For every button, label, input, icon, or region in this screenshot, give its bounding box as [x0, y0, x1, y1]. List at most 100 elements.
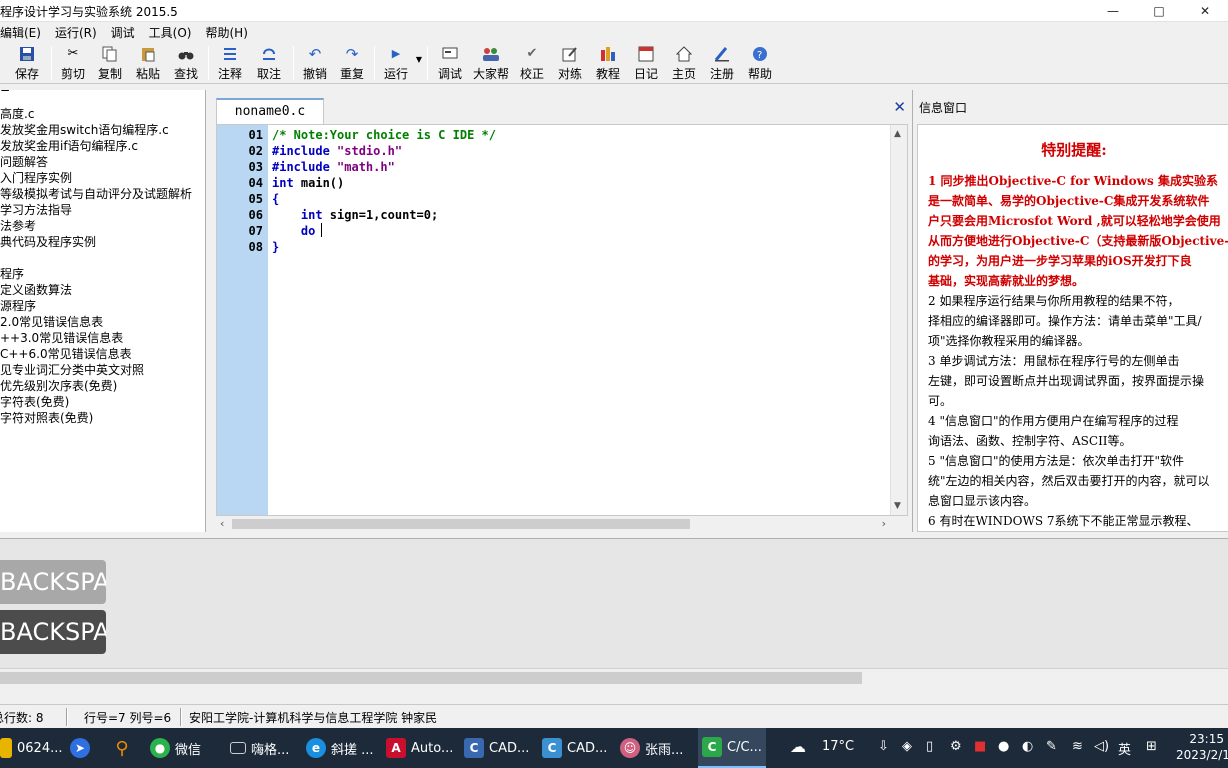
taskbar-item-feishu[interactable]: ➤	[70, 728, 98, 768]
line-number[interactable]: 01	[217, 127, 263, 143]
scroll-up-icon[interactable]: ▲	[894, 129, 901, 139]
close-window-button[interactable]: ✕	[1182, 0, 1228, 22]
tree-item[interactable]: C++6.0常见错误信息表	[0, 346, 132, 362]
taskbar-item-search[interactable]: ⚲	[112, 728, 140, 768]
taskbar-item-autocad[interactable]: A Auto...	[386, 728, 454, 768]
copy-button[interactable]: 复制	[91, 42, 129, 82]
line-number[interactable]: 04	[217, 175, 263, 191]
battery-icon[interactable]: ▯	[926, 739, 933, 754]
tree-item[interactable]: 定义函数算法	[0, 282, 72, 298]
code-line[interactable]: #include "math.h"	[272, 159, 395, 175]
maximize-button[interactable]: □	[1136, 0, 1182, 22]
menu-debug[interactable]: 调试	[105, 24, 143, 41]
editor-horizontal-scrollbar[interactable]: ‹ ›	[216, 516, 890, 532]
tree-item[interactable]: 高度.c	[0, 106, 34, 122]
tree-item[interactable]: 优先级别次序表(免费)	[0, 378, 117, 394]
menu-tools[interactable]: 工具(O)	[143, 24, 200, 41]
editor-vertical-scrollbar[interactable]: ▲ ▼	[890, 125, 907, 515]
line-number[interactable]: 02	[217, 143, 263, 159]
taskbar-item-cad1[interactable]: C CAD...	[464, 728, 534, 768]
register-button[interactable]: 注册	[703, 42, 741, 82]
code-line[interactable]: }	[272, 239, 279, 255]
tree-item[interactable]: 程序	[0, 266, 24, 282]
scrollbar-thumb[interactable]	[232, 519, 690, 529]
paste-button[interactable]: 粘贴	[129, 42, 167, 82]
check-button[interactable]: ✔ 校正	[513, 42, 551, 82]
tree-item[interactable]: 2.0常见错误信息表	[0, 314, 103, 330]
app-tray-icon[interactable]: ◐	[1022, 739, 1033, 754]
keyboard-icon[interactable]: ⊞	[1146, 739, 1157, 754]
usb-icon[interactable]: ⇩	[878, 739, 889, 754]
shield-icon[interactable]: ◈	[902, 739, 912, 754]
menu-run[interactable]: 运行(R)	[49, 24, 105, 41]
output-horizontal-scrollbar[interactable]	[0, 668, 1228, 686]
practice-button[interactable]: 对练	[551, 42, 589, 82]
line-number[interactable]: 06	[217, 207, 263, 223]
home-button[interactable]: 主页	[665, 42, 703, 82]
line-number[interactable]: 08	[217, 239, 263, 255]
tree-item-root[interactable]: ≡	[0, 90, 10, 96]
tab-noname0[interactable]: noname0.c	[216, 98, 324, 124]
record-icon[interactable]: ■	[974, 739, 986, 754]
scroll-down-icon[interactable]: ▼	[894, 501, 901, 511]
tree-item[interactable]: 源程序	[0, 298, 36, 314]
run-button[interactable]: ▶ 运行	[378, 42, 414, 82]
redo-button[interactable]: ↷ 重复	[333, 42, 371, 82]
taskbar-item-wechat[interactable]: ● 微信	[150, 728, 212, 768]
tree-item[interactable]: 见专业词汇分类中英文对照	[0, 362, 144, 378]
line-number[interactable]: 07	[217, 223, 263, 239]
weather-icon[interactable]: ☁	[790, 737, 806, 756]
tree-item[interactable]: 入门程序实例	[0, 170, 72, 186]
scrollbar-thumb[interactable]	[0, 672, 862, 684]
taskbar-item-edge[interactable]: e 斜搓 ...	[306, 728, 378, 768]
wifi-icon[interactable]: ≋	[1072, 739, 1083, 754]
tree-item[interactable]: 问题解答	[0, 154, 48, 170]
tree-item[interactable]: ++3.0常见错误信息表	[0, 330, 123, 346]
debug-button[interactable]: 调试	[431, 42, 469, 82]
weather-temp[interactable]: 17°C	[822, 739, 854, 754]
line-number[interactable]: 05	[217, 191, 263, 207]
cut-button[interactable]: ✂ 剪切	[55, 42, 91, 82]
close-tab-icon[interactable]: ✕	[893, 98, 906, 116]
taskbar-item-cad2[interactable]: C CAD...	[542, 728, 612, 768]
menu-help[interactable]: 帮助(H)	[199, 24, 255, 41]
pen-icon[interactable]: ✎	[1046, 739, 1057, 754]
tree-item[interactable]: 等级模拟考试与自动评分及试题解析	[0, 186, 192, 202]
code-editor[interactable]: 01 02 03 04 05 06 07 08 /* Note:Your choice is …	[216, 124, 908, 516]
code-line[interactable]: {	[272, 191, 279, 207]
line-number-gutter[interactable]: 01 02 03 04 05 06 07 08	[217, 125, 268, 515]
code-line[interactable]: int sign=1,count=0;	[272, 207, 438, 223]
save-button[interactable]: 保存	[6, 42, 48, 82]
tree-item[interactable]: 发放奖金用if语句编程序.c	[0, 138, 138, 154]
tree-item[interactable]: 典代码及程序实例	[0, 234, 96, 250]
uncomment-button[interactable]: 取注	[248, 42, 290, 82]
wechat-tray-icon[interactable]: ●	[998, 739, 1009, 754]
panel-splitter[interactable]	[206, 90, 214, 532]
tree-item[interactable]: 法参考	[0, 218, 36, 234]
clock[interactable]: 23:15 2023/2/1	[1176, 731, 1228, 763]
taskbar-item-c-ide[interactable]: C C/C...	[698, 728, 766, 768]
help-button[interactable]: ? 帮助	[741, 42, 779, 82]
taskbar-item-folder[interactable]: 0624...	[0, 728, 66, 768]
code-line[interactable]: int main()	[272, 175, 344, 191]
ime-indicator[interactable]: 英	[1118, 739, 1131, 758]
comment-button[interactable]: 注释	[212, 42, 248, 82]
settings-icon[interactable]: ⚙	[950, 739, 962, 754]
tree-item[interactable]: 学习方法指导	[0, 202, 72, 218]
menu-edit[interactable]: 编辑(E)	[0, 24, 49, 41]
code-line[interactable]: /* Note:Your choice is C IDE */	[272, 127, 496, 143]
diary-button[interactable]: 日记	[627, 42, 665, 82]
minimize-button[interactable]: —	[1090, 0, 1136, 22]
community-button[interactable]: 大家帮	[469, 42, 513, 82]
find-button[interactable]: 查找	[167, 42, 205, 82]
undo-button[interactable]: ↶ 撤销	[297, 42, 333, 82]
tree-item[interactable]: 发放奖金用switch语句编程序.c	[0, 122, 169, 138]
taskbar-item-contact[interactable]: ☺ 张雨...	[620, 728, 692, 768]
line-number[interactable]: 03	[217, 159, 263, 175]
code-line[interactable]: do	[272, 223, 315, 239]
taskbar-item-recorder[interactable]: 嗨格...	[230, 728, 300, 768]
tree-item[interactable]: 字符表(免费)	[0, 394, 69, 410]
tutorial-button[interactable]: 教程	[589, 42, 627, 82]
volume-icon[interactable]: ◁)	[1094, 739, 1109, 754]
code-line[interactable]: #include "stdio.h"	[272, 143, 402, 159]
